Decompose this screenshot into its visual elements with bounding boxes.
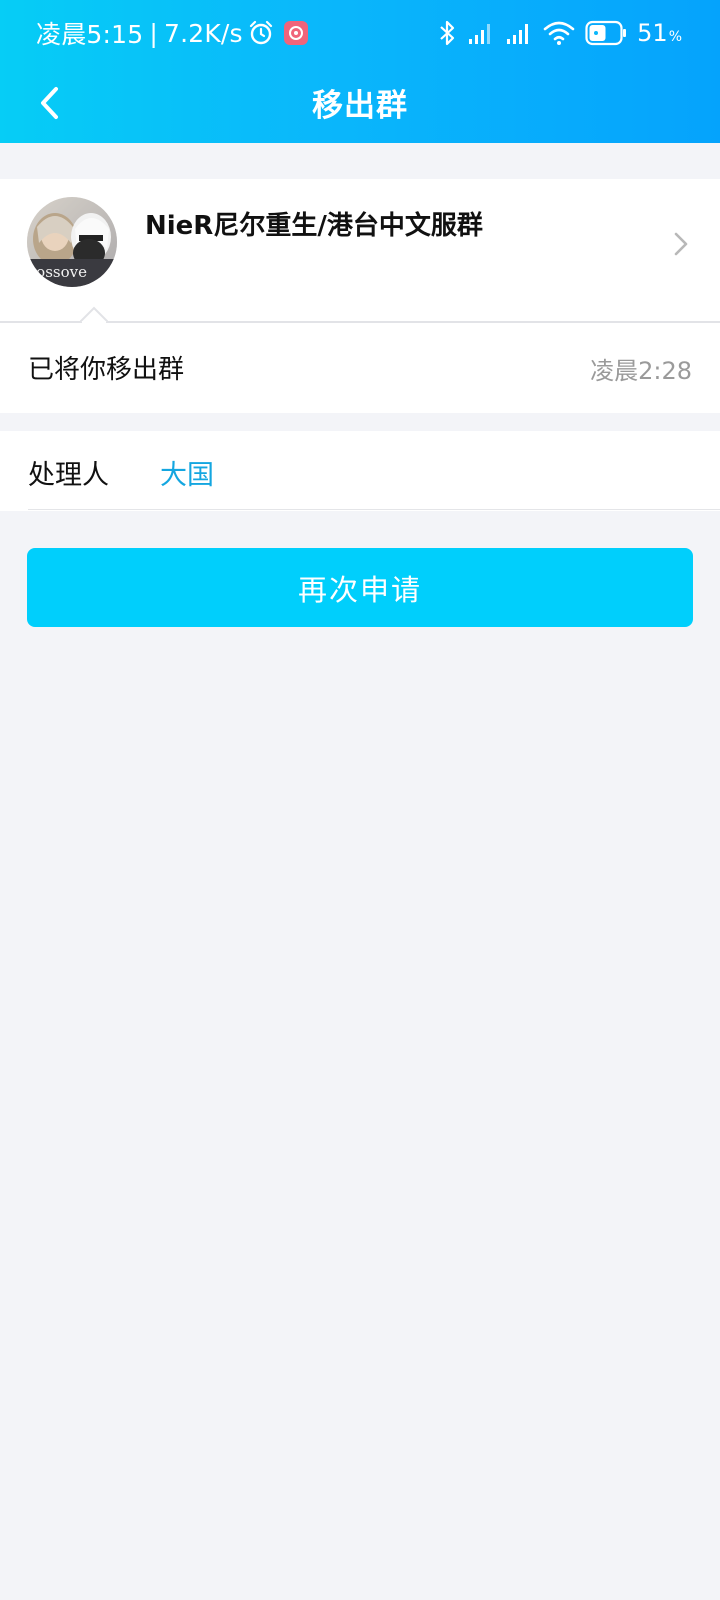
avatar-caption: rossove (29, 263, 87, 281)
group-row[interactable]: rossove NieR尼尔重生/港台中文服群 (0, 179, 720, 321)
removal-notice-row: 已将你移出群 凌晨2:28 (0, 323, 720, 413)
network-speed: 7.2K/s (163, 18, 243, 48)
divider-notch (80, 306, 108, 323)
status-bar: 凌晨5:15 | 7.2K/s 51 % (0, 0, 720, 66)
battery-unit: % (668, 29, 682, 45)
handler-name-link[interactable]: 大国 (160, 453, 214, 492)
battery-icon (585, 20, 627, 46)
signal-icon (507, 24, 529, 44)
bluetooth-icon (440, 20, 455, 46)
handler-row: 处理人 大国 (0, 431, 720, 511)
alarm-icon (249, 20, 272, 45)
signal-icon (469, 24, 491, 44)
chevron-right-icon[interactable] (672, 229, 690, 259)
wifi-icon (543, 21, 575, 45)
status-right: 51 % (437, 16, 682, 50)
avatar-image: rossove (27, 197, 117, 287)
divider (28, 509, 720, 510)
page-title: 移出群 (312, 88, 408, 124)
notice-time: 凌晨2:28 (590, 357, 692, 385)
nav-bar: 移出群 (0, 66, 720, 143)
status-left: 凌晨5:15 | 7.2K/s (36, 16, 308, 50)
app-badge-icon (283, 21, 308, 45)
top-header: 凌晨5:15 | 7.2K/s 51 % 移出群 (0, 0, 720, 143)
handler-label: 处理人 (28, 460, 109, 491)
battery-level: 51 (637, 19, 668, 47)
group-card: rossove NieR尼尔重生/港台中文服群 已将你移出群 凌晨2:28 (0, 179, 720, 413)
battery-percentage: 51 % (637, 19, 682, 47)
removal-notice: 已将你移出群 (28, 355, 185, 385)
group-avatar[interactable]: rossove (27, 197, 117, 287)
reapply-button[interactable]: 再次申请 (27, 548, 693, 627)
status-time: 凌晨5:15 (36, 20, 144, 49)
status-separator: | (149, 18, 158, 48)
group-name[interactable]: NieR尼尔重生/港台中文服群 (145, 205, 483, 242)
